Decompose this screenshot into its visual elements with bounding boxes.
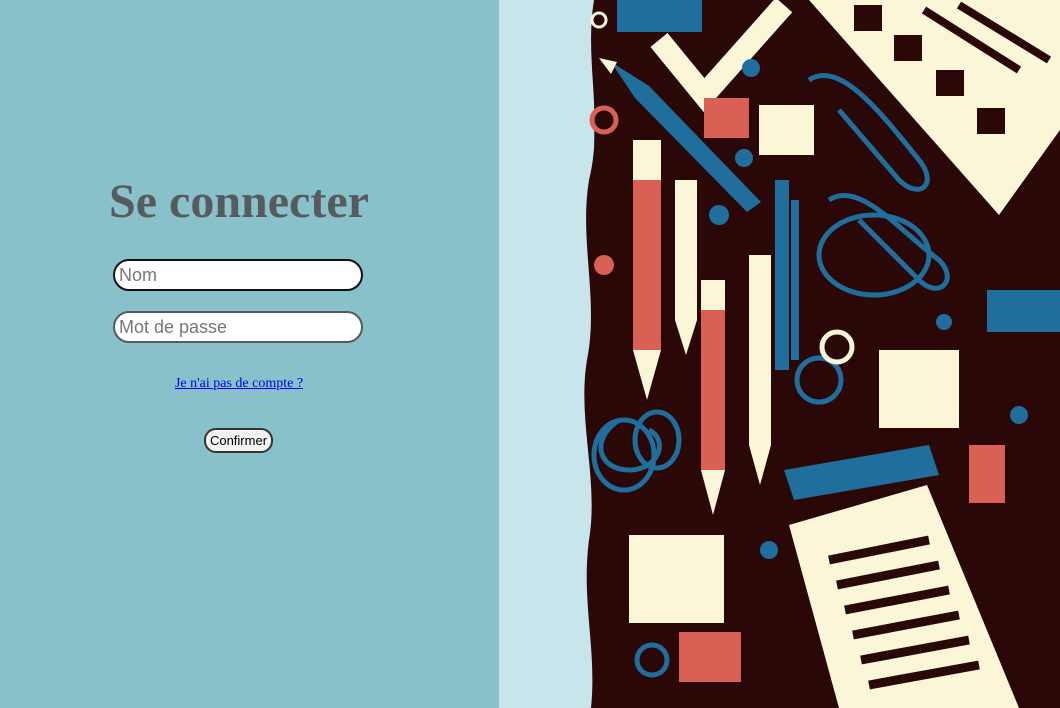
blue-block-right: [987, 290, 1060, 332]
blue-block: [617, 0, 702, 32]
cream-pen-tall: [749, 255, 771, 485]
name-input[interactable]: [113, 259, 363, 291]
password-input[interactable]: [113, 311, 363, 343]
confirm-button[interactable]: Confirmer: [204, 428, 273, 453]
sticky-note-center: [879, 350, 959, 428]
red-pen-left: [633, 140, 661, 400]
illustration-svg: [499, 0, 1060, 708]
light-edge: [499, 0, 594, 708]
no-account-link[interactable]: Je n'ai pas de compte ?: [0, 376, 478, 392]
blue-pencil: [775, 180, 799, 370]
sticky-note: [759, 105, 814, 155]
page-title: Se connecter: [109, 175, 369, 228]
red-note: [704, 98, 749, 138]
login-page: Se connecter Je n'ai pas de compte ? Con…: [0, 0, 1060, 708]
sticky-note-bottom: [629, 535, 724, 623]
office-supplies-illustration: [499, 0, 1060, 708]
login-panel: Se connecter Je n'ai pas de compte ? Con…: [0, 0, 499, 708]
red-pen-middle: [701, 280, 725, 515]
red-block-right: [969, 445, 1005, 503]
cream-pen: [675, 180, 697, 355]
red-note-bottom: [679, 632, 741, 682]
